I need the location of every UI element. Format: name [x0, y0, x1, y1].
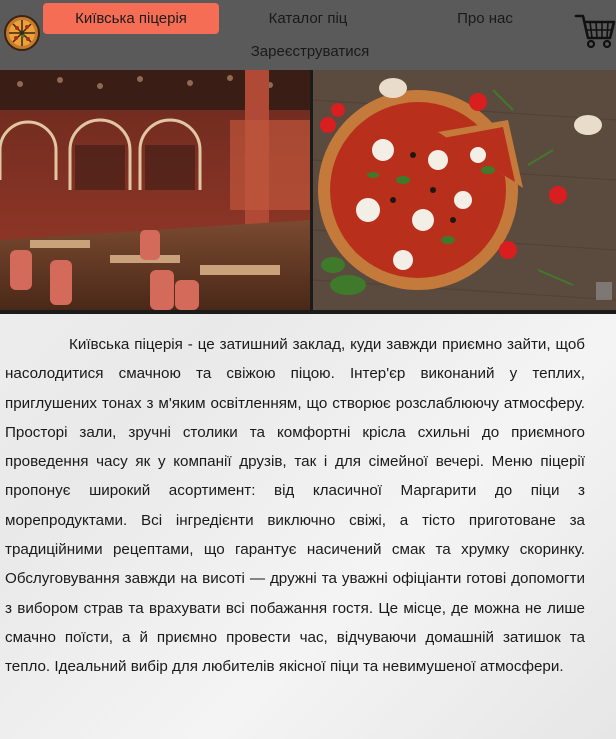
nav-catalog-link[interactable]: Каталог піц [225, 3, 391, 34]
restaurant-interior-photo [0, 70, 310, 310]
shopping-cart-icon[interactable] [574, 10, 616, 52]
navbar: Київська піцерія Каталог піц Про нас Зар… [0, 0, 616, 70]
pizza-logo-icon[interactable] [3, 14, 41, 52]
nav-register-link[interactable]: Зареєструватися [200, 36, 420, 67]
photo-banner [0, 70, 616, 314]
nav-home-tab[interactable]: Київська піцерія [43, 3, 219, 34]
pizza-photo [312, 70, 616, 310]
nav-about-link[interactable]: Про нас [405, 3, 565, 34]
pizzeria-description: Київська піцерія - це затишний заклад, к… [5, 336, 585, 676]
